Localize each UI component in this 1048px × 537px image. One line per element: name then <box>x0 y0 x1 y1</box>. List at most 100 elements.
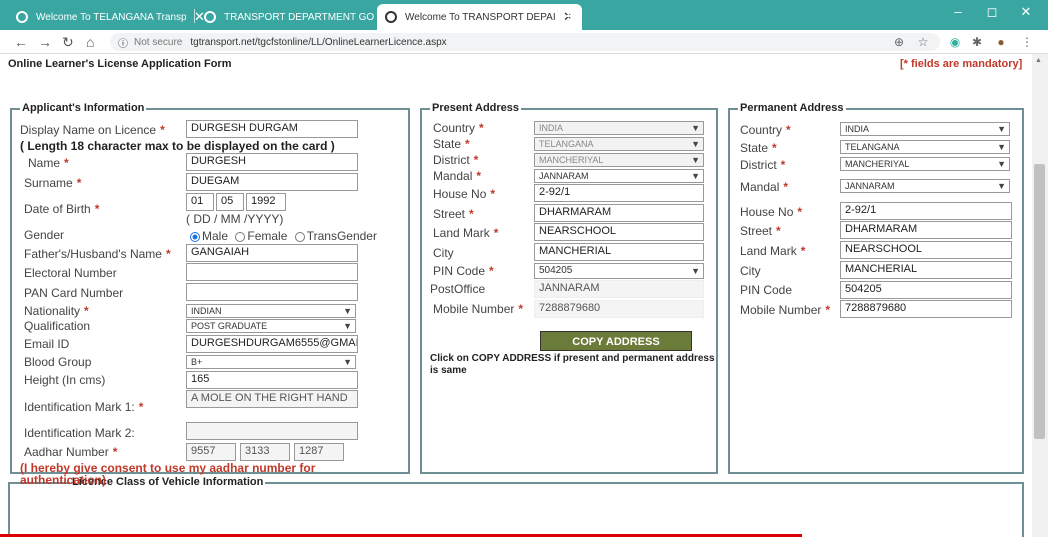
permanent-landmark-label: Land Mark * <box>740 244 806 258</box>
menu-icon[interactable]: ⋮ <box>1020 35 1034 49</box>
present-landmark-field[interactable]: NEARSCHOOL <box>534 223 704 241</box>
globe-icon <box>385 11 397 23</box>
dob-year-field[interactable]: 1992 <box>246 193 286 211</box>
scrollbar-thumb[interactable] <box>1034 164 1045 439</box>
permanent-state-label: State * <box>740 141 777 155</box>
page-scrollbar[interactable]: ▲ <box>1032 54 1048 537</box>
aadhar-part2-field[interactable]: 3133 <box>240 443 290 461</box>
section-legend: Present Address <box>430 102 522 114</box>
chevron-down-icon: ▼ <box>691 155 700 165</box>
permanent-country-label: Country * <box>740 123 791 137</box>
nationality-label: Nationality * <box>24 304 89 318</box>
security-label: Not secure <box>134 36 183 48</box>
pan-label: PAN Card Number <box>24 286 124 300</box>
gender-female-radio[interactable] <box>235 231 246 242</box>
chevron-down-icon: ▼ <box>997 124 1006 134</box>
gender-trans-radio[interactable] <box>294 231 305 242</box>
qualification-select[interactable]: POST GRADUATE ▼ <box>186 319 356 333</box>
gender-male-radio[interactable] <box>190 231 200 242</box>
present-state-select[interactable]: TELANGANA ▼ <box>534 137 704 151</box>
permanent-state-select[interactable]: TELANGANA ▼ <box>840 140 1010 154</box>
url-field[interactable]: ⓘ Not secure tgtransport.net/tgcfstonlin… <box>110 33 940 51</box>
avatar[interactable]: ● <box>994 35 1008 49</box>
aadhar-part1-field[interactable]: 9557 <box>186 443 236 461</box>
present-pin-select[interactable]: 504205 ▼ <box>534 263 704 279</box>
copy-address-button[interactable]: COPY ADDRESS <box>540 331 692 351</box>
present-country-select[interactable]: INDIA ▼ <box>534 121 704 135</box>
new-tab-button[interactable]: + <box>566 6 577 27</box>
star-icon[interactable]: ☆ <box>916 35 930 49</box>
nationality-select[interactable]: INDIAN ▼ <box>186 304 356 318</box>
permanent-mobile-field[interactable]: 7288879680 <box>840 300 1012 318</box>
info-icon[interactable]: ⓘ <box>118 35 128 50</box>
pan-field[interactable] <box>186 283 358 301</box>
name-field[interactable]: DURGESH <box>186 153 358 171</box>
permanent-district-select[interactable]: MANCHERIYAL ▼ <box>840 157 1010 171</box>
present-district-label: District * <box>433 153 479 167</box>
permanent-house-label: House No * <box>740 205 803 219</box>
tab-separator <box>194 9 195 23</box>
vehicle-info-section: Licence Class of Vehicle Information <box>8 476 1024 537</box>
dob-month-field[interactable]: 05 <box>216 193 244 211</box>
chevron-down-icon: ▼ <box>343 357 352 367</box>
tab-title: Welcome To TRANSPORT DEPAI <box>405 11 555 23</box>
gender-label: Gender <box>24 228 65 242</box>
chevron-down-icon: ▼ <box>997 142 1006 152</box>
present-city-field[interactable]: MANCHERIAL <box>534 243 704 261</box>
scroll-up-icon[interactable]: ▲ <box>1035 57 1042 64</box>
section-legend: Permanent Address <box>738 102 846 114</box>
present-district-select[interactable]: MANCHERIYAL ▼ <box>534 153 704 167</box>
permanent-house-field[interactable]: 2-92/1 <box>840 202 1012 220</box>
section-legend: Applicant's Information <box>20 102 147 114</box>
permanent-mandal-select[interactable]: JANNARAM ▼ <box>840 179 1010 193</box>
id-mark1-label: Identification Mark 1: * <box>24 400 144 414</box>
mandatory-note: [* fields are mandatory] <box>900 58 1023 70</box>
permanent-country-select[interactable]: INDIA ▼ <box>840 122 1010 136</box>
present-house-field[interactable]: 2-92/1 <box>534 184 704 202</box>
id-mark1-field[interactable]: A MOLE ON THE RIGHT HAND <box>186 390 358 408</box>
reload-icon[interactable]: ↻ <box>62 34 74 51</box>
present-mandal-select[interactable]: JANNARAM ▼ <box>534 169 704 183</box>
name-label: Name * <box>28 156 69 170</box>
display-name-label: Display Name on Licence * <box>20 123 165 137</box>
browser-tab-active[interactable]: Welcome To TRANSPORT DEPAI ✕ <box>377 4 582 30</box>
email-field[interactable]: DURGESHDURGAM6555@GMAIL <box>186 335 358 353</box>
permanent-city-field[interactable]: MANCHERIAL <box>840 261 1012 279</box>
home-icon[interactable]: ⌂ <box>86 34 94 50</box>
zoom-icon[interactable]: ⊕ <box>892 35 906 49</box>
browser-tab[interactable]: TRANSPORT DEPARTMENT GOVT ✕ <box>196 4 401 30</box>
electoral-number-field[interactable] <box>186 263 358 281</box>
present-city-label: City <box>433 246 454 260</box>
permanent-mandal-label: Mandal * <box>740 180 789 194</box>
present-street-field[interactable]: DHARMARAM <box>534 204 704 222</box>
father-name-field[interactable]: GANGAIAH <box>186 244 358 262</box>
permanent-street-field[interactable]: DHARMARAM <box>840 221 1012 239</box>
aadhar-part3-field[interactable]: 1287 <box>294 443 344 461</box>
puzzle-icon[interactable]: ✱ <box>970 35 984 49</box>
surname-field[interactable]: DUEGAM <box>186 173 358 191</box>
id-mark2-field[interactable] <box>186 422 358 440</box>
surname-label: Surname * <box>24 176 82 190</box>
blood-group-select[interactable]: B+ ▼ <box>186 355 356 369</box>
permanent-street-label: Street * <box>740 224 781 238</box>
dob-label: Date of Birth * <box>24 202 100 216</box>
forward-arrow-icon[interactable]: → <box>38 34 52 50</box>
display-name-field[interactable]: DURGESH DURGAM <box>186 120 358 138</box>
close-window-button[interactable]: ✕ <box>1016 4 1036 20</box>
gender-female-label: Female <box>247 229 288 243</box>
minimize-button[interactable]: – <box>948 4 968 19</box>
maximize-button[interactable]: ◻ <box>982 4 1002 20</box>
gender-trans-label: TransGender <box>306 229 377 243</box>
height-field[interactable]: 165 <box>186 371 358 389</box>
dob-day-field[interactable]: 01 <box>186 193 214 211</box>
extension-icon[interactable]: ◉ <box>948 35 962 49</box>
father-name-label: Father's/Husband's Name * <box>24 247 171 261</box>
blood-group-label: Blood Group <box>24 355 92 369</box>
browser-tab[interactable]: Welcome To TELANGANA Transp ✕ <box>8 4 213 30</box>
electoral-number-label: Electoral Number <box>24 266 117 280</box>
present-mobile-field[interactable]: 7288879680 <box>534 300 704 318</box>
back-arrow-icon[interactable]: ← <box>14 34 28 50</box>
permanent-pin-field[interactable]: 504205 <box>840 281 1012 299</box>
permanent-landmark-field[interactable]: NEARSCHOOL <box>840 241 1012 259</box>
permanent-mobile-label: Mobile Number * <box>740 303 831 317</box>
